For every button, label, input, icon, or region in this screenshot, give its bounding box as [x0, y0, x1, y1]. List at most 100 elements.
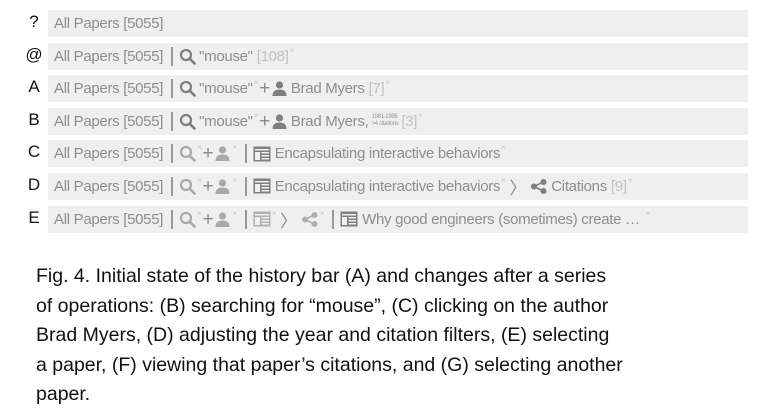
close-icon[interactable]: ×: [197, 143, 202, 152]
row-label: ?: [29, 12, 39, 31]
plus-icon: +: [202, 208, 214, 230]
citations-icon: [531, 178, 547, 194]
close-icon[interactable]: ×: [628, 176, 633, 185]
close-icon[interactable]: ×: [197, 176, 202, 185]
author-crumb-collapsed[interactable]: ×: [214, 176, 237, 195]
citation-filter-label: >4 citations: [371, 121, 399, 128]
row-label: A: [28, 77, 40, 97]
author-crumb[interactable]: Brad Myers, 1981-1996 >4 citations [3] ×: [271, 111, 423, 130]
plus-icon: +: [202, 175, 214, 197]
citations-icon: [301, 211, 318, 227]
filter-summary: 1981-1996 >4 citations: [371, 114, 398, 128]
search-icon: [180, 113, 196, 130]
history-row-filters: B All Papers [5055] "mouse" × + Brad Mye…: [0, 106, 773, 139]
search-crumb[interactable]: "mouse" ×: [179, 78, 259, 97]
history-bar-states: ? All Papers [5055] @ All Papers [5055] …: [0, 8, 773, 236]
all-papers-crumb[interactable]: All Papers [5055]: [54, 211, 163, 228]
paper-crumb[interactable]: Encapsulating interactive behaviors ×: [253, 143, 506, 162]
person-icon: [215, 179, 230, 194]
close-icon[interactable]: ×: [232, 176, 237, 185]
caption-line: Fig. 4. Initial state of the history bar…: [36, 265, 607, 287]
plus-icon: +: [202, 143, 214, 165]
separator: [171, 79, 174, 99]
separator: [244, 144, 247, 164]
caption-line: a paper, (F) viewing that paper’s citati…: [36, 353, 623, 376]
history-bar: All Papers [5055] × + × × 〉 × Why good e…: [48, 205, 748, 233]
person-icon: [272, 81, 287, 97]
figure: ? All Papers [5055] @ All Papers [5055] …: [0, 0, 773, 414]
history-bar: All Papers [5055]: [48, 10, 748, 37]
search-crumb[interactable]: "mouse" ×: [179, 111, 259, 130]
person-icon: [215, 146, 230, 162]
close-icon[interactable]: ×: [232, 209, 237, 218]
history-row-search: @ All Papers [5055] "mouse" [108] ×: [0, 41, 773, 74]
history-row-paper: C All Papers [5055] × + × Encapsulating …: [0, 138, 773, 171]
search-icon: [180, 146, 196, 163]
citations-crumb-collapsed[interactable]: ×: [301, 209, 325, 228]
separator: [171, 46, 174, 66]
row-label: @: [25, 44, 43, 64]
close-icon[interactable]: ×: [272, 209, 277, 218]
paper-icon: [340, 211, 358, 227]
plus-icon: +: [259, 110, 270, 132]
search-crumb-collapsed[interactable]: ×: [179, 176, 202, 195]
separator: [171, 209, 174, 229]
person-icon: [215, 211, 230, 227]
history-bar: All Papers [5055] "mouse" × + Brad Myers…: [48, 107, 748, 135]
history-bar: All Papers [5055] "mouse" [108] ×: [48, 42, 748, 70]
person-icon: [272, 114, 287, 129]
history-row-second-paper: E All Papers [5055] × + × × 〉 × Why good…: [0, 204, 773, 237]
paper-crumb[interactable]: Why good engineers (sometimes) create … …: [340, 209, 651, 228]
close-icon[interactable]: ×: [254, 111, 259, 120]
chevron-right-icon: 〉: [280, 211, 297, 231]
author-crumb-collapsed[interactable]: ×: [214, 209, 237, 228]
close-icon[interactable]: ×: [501, 176, 506, 185]
separator: [171, 176, 174, 196]
history-row-citations: D All Papers [5055] × + × Encapsulating …: [0, 171, 773, 204]
separator: [171, 144, 174, 164]
paper-icon: [253, 146, 271, 162]
search-icon: [180, 211, 196, 228]
all-papers-crumb[interactable]: All Papers [5055]: [54, 145, 163, 162]
all-papers-crumb[interactable]: All Papers [5055]: [54, 80, 163, 97]
close-icon[interactable]: ×: [197, 209, 202, 218]
separator: [171, 111, 174, 131]
paper-crumb-collapsed[interactable]: ×: [253, 209, 277, 227]
search-icon: [180, 81, 196, 97]
close-icon[interactable]: ×: [501, 143, 506, 152]
plus-icon: +: [259, 78, 270, 100]
paper-icon: [253, 178, 271, 194]
search-crumb[interactable]: "mouse" [108] ×: [179, 46, 295, 65]
search-icon: [180, 178, 196, 195]
row-label: C: [27, 142, 41, 162]
all-papers-crumb[interactable]: All Papers [5055]: [54, 113, 163, 130]
history-bar: All Papers [5055] × + × Encapsulating in…: [48, 172, 748, 200]
row-label: D: [27, 174, 41, 194]
close-icon[interactable]: ×: [232, 143, 237, 152]
all-papers-crumb[interactable]: All Papers [5055]: [54, 15, 163, 32]
chevron-right-icon: 〉: [509, 178, 527, 198]
citations-crumb[interactable]: Citations [9] ×: [530, 176, 633, 195]
close-icon[interactable]: ×: [254, 78, 259, 87]
separator: [244, 176, 247, 196]
paper-crumb[interactable]: Encapsulating interactive behaviors ×: [253, 176, 506, 195]
paper-icon: [253, 211, 271, 227]
author-crumb[interactable]: Brad Myers [7] ×: [271, 78, 390, 97]
search-crumb-collapsed[interactable]: ×: [179, 209, 202, 228]
figure-caption: Fig. 4. Initial state of the history bar…: [36, 262, 771, 410]
year-filter-label: 1981-1996: [371, 114, 398, 121]
close-icon[interactable]: ×: [646, 209, 651, 218]
all-papers-crumb[interactable]: All Papers [5055]: [54, 178, 163, 195]
close-icon[interactable]: ×: [320, 209, 325, 218]
row-label: E: [28, 207, 40, 227]
author-crumb-collapsed[interactable]: ×: [214, 143, 237, 162]
close-icon[interactable]: ×: [290, 46, 295, 55]
history-row-initial: ? All Papers [5055]: [0, 8, 773, 41]
search-crumb-collapsed[interactable]: ×: [179, 143, 202, 163]
caption-line: of operations: (B) searching for “mouse”…: [36, 294, 609, 317]
caption-line: paper.: [36, 383, 91, 405]
close-icon[interactable]: ×: [418, 111, 423, 120]
all-papers-crumb[interactable]: All Papers [5055]: [54, 48, 163, 65]
row-label: B: [28, 109, 40, 129]
close-icon[interactable]: ×: [385, 78, 390, 87]
